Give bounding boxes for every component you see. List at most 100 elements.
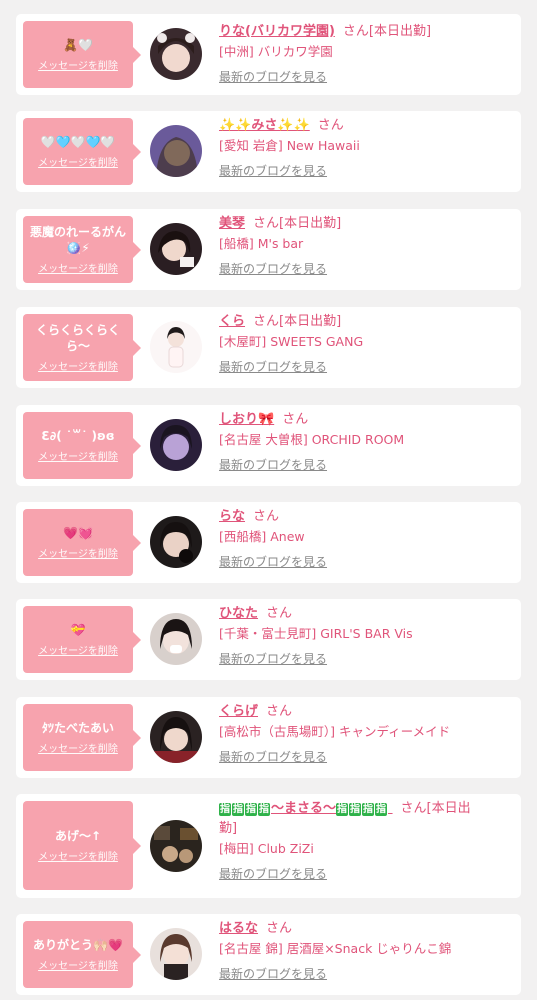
message-text: 💝	[70, 623, 86, 637]
shop-label: [西船橋] Anew	[219, 529, 305, 544]
latest-blog-link[interactable]: 最新のブログを見る	[219, 553, 327, 571]
avatar[interactable]	[150, 516, 202, 568]
delete-message-link[interactable]: メッセージを削除	[38, 57, 118, 72]
message-bubble: 🧸🤍 メッセージを削除	[23, 21, 141, 88]
delete-message-link[interactable]: メッセージを削除	[38, 448, 118, 463]
user-name-link[interactable]: くら	[219, 314, 245, 329]
latest-blog-link[interactable]: 最新のブログを見る	[219, 965, 327, 983]
user-name-link[interactable]: 美琴	[219, 216, 245, 231]
latest-blog-link[interactable]: 最新のブログを見る	[219, 260, 327, 278]
finger-emoji-icon: 指	[362, 803, 375, 816]
latest-blog-link[interactable]: 最新のブログを見る	[219, 650, 327, 668]
honorific-status: さん	[266, 704, 293, 719]
delete-message-link[interactable]: メッセージを削除	[38, 957, 118, 972]
list-item: 🧸🤍 メッセージを削除 りな(バリカワ学園) さん[本日出勤] [中洲] バリカワ…	[16, 14, 521, 95]
honorific-status: さん	[282, 412, 309, 427]
message-text: ありがとう🙌🏻💗	[33, 938, 123, 952]
shop-label: [名古屋 錦] 居酒屋×Snack じゃりんこ錦	[219, 941, 452, 956]
list-item: あげ〜↑ メッセージを削除 指指指指〜まさる〜指指指指 さん[本日出 勤] [梅…	[16, 794, 521, 898]
avatar[interactable]	[150, 125, 202, 177]
user-name-link[interactable]: しおり🎀	[219, 412, 274, 427]
message-bubble: Ɛ∂( ˙꒳˙ )ʚɞ メッセージを削除	[23, 412, 141, 479]
latest-blog-link[interactable]: 最新のブログを見る	[219, 68, 327, 86]
honorific-status: さん	[266, 606, 293, 621]
message-text: 悪魔のれーるがん🪩⚡	[29, 225, 126, 255]
message-bubble: あげ〜↑ メッセージを削除	[23, 801, 141, 890]
message-text: ﾀﾂたべたあい	[41, 721, 114, 735]
honorific-status: さん[本日出	[400, 801, 471, 816]
user-name-link[interactable]: 指指指指〜まさる〜指指指指	[219, 801, 393, 816]
shop-label: [梅田] Club ZiZi	[219, 841, 314, 856]
latest-blog-link[interactable]: 最新のブログを見る	[219, 748, 327, 766]
list-item: 🤍🩵🤍🩵🤍 メッセージを削除 ✨✨みさ✨✨ さん [愛知 岩倉] New Hawa…	[16, 111, 521, 192]
avatar[interactable]	[150, 711, 202, 763]
delete-message-link[interactable]: メッセージを削除	[38, 154, 118, 169]
user-name-link[interactable]: ひなた	[219, 606, 258, 621]
list-item: くらくらくらくら〜 メッセージを削除 くら さん[本日出勤] [木屋町] SWEE…	[16, 307, 521, 388]
list-item: ﾀﾂたべたあい メッセージを削除 くらげ さん [高松市（古馬場町）] キャンディ…	[16, 697, 521, 778]
message-list: 🧸🤍 メッセージを削除 りな(バリカワ学園) さん[本日出勤] [中洲] バリカワ…	[0, 0, 537, 1000]
honorific-status-continued: 勤]	[219, 821, 238, 836]
delete-message-link[interactable]: メッセージを削除	[38, 358, 118, 373]
avatar[interactable]	[150, 820, 202, 872]
finger-emoji-icon: 指	[375, 803, 388, 816]
list-item: ありがとう🙌🏻💗 メッセージを削除 はるな さん [名古屋 錦] 居酒屋×Snac…	[16, 914, 521, 995]
message-bubble: 悪魔のれーるがん🪩⚡ メッセージを削除	[23, 216, 141, 283]
delete-message-link[interactable]: メッセージを削除	[38, 740, 118, 755]
user-name-link[interactable]: りな(バリカワ学園)	[219, 24, 335, 39]
honorific-status: さん[本日出勤]	[253, 314, 342, 329]
honorific-status: さん	[266, 921, 293, 936]
finger-emoji-icon: 指	[219, 803, 231, 816]
shop-label: [船橋] M's bar	[219, 236, 304, 251]
latest-blog-link[interactable]: 最新のブログを見る	[219, 456, 327, 474]
shop-label: [千葉・富士見町] GIRL'S BAR Vis	[219, 626, 413, 641]
finger-emoji-icon: 指	[258, 803, 270, 816]
message-bubble: 💗💓 メッセージを削除	[23, 509, 141, 576]
message-bubble: ありがとう🙌🏻💗 メッセージを削除	[23, 921, 141, 988]
delete-message-link[interactable]: メッセージを削除	[38, 260, 118, 275]
avatar[interactable]	[150, 613, 202, 665]
message-text: 🧸🤍	[63, 38, 93, 52]
message-text: あげ〜↑	[54, 829, 102, 843]
finger-emoji-icon: 指	[232, 803, 244, 816]
honorific-status: さん	[317, 118, 344, 133]
avatar[interactable]	[150, 419, 202, 471]
message-text: くらくらくらくら〜	[35, 323, 120, 353]
latest-blog-link[interactable]: 最新のブログを見る	[219, 865, 327, 883]
shop-label: [愛知 岩倉] New Hawaii	[219, 138, 360, 153]
honorific-status: さん[本日出勤]	[253, 216, 342, 231]
message-bubble: 🤍🩵🤍🩵🤍 メッセージを削除	[23, 118, 141, 185]
list-item: 悪魔のれーるがん🪩⚡ メッセージを削除 美琴 さん[本日出勤] [船橋] M's …	[16, 209, 521, 290]
delete-message-link[interactable]: メッセージを削除	[38, 848, 118, 863]
user-name-link[interactable]: はるな	[219, 921, 258, 936]
delete-message-link[interactable]: メッセージを削除	[38, 642, 118, 657]
avatar[interactable]	[150, 928, 202, 980]
latest-blog-link[interactable]: 最新のブログを見る	[219, 162, 327, 180]
list-item: 💝 メッセージを削除 ひなた さん [千葉・富士見町] GIRL'S BAR Vi…	[16, 599, 521, 680]
user-name-link[interactable]: らな	[219, 509, 245, 524]
shop-label: [木屋町] SWEETS GANG	[219, 334, 364, 349]
finger-emoji-icon: 指	[349, 803, 362, 816]
shop-label: [名古屋 大曽根] ORCHID ROOM	[219, 432, 405, 447]
finger-emoji-icon: 指	[336, 803, 349, 816]
avatar[interactable]	[150, 321, 202, 373]
latest-blog-link[interactable]: 最新のブログを見る	[219, 358, 327, 376]
finger-emoji-icon: 指	[245, 803, 257, 816]
message-bubble: 💝 メッセージを削除	[23, 606, 141, 673]
delete-message-link[interactable]: メッセージを削除	[38, 545, 118, 560]
user-name-link[interactable]: ✨✨みさ✨✨	[219, 118, 310, 133]
message-text: 💗💓	[63, 526, 93, 540]
avatar[interactable]	[150, 223, 202, 275]
avatar[interactable]	[150, 28, 202, 80]
message-bubble: くらくらくらくら〜 メッセージを削除	[23, 314, 141, 381]
honorific-status: さん[本日出勤]	[342, 24, 432, 39]
shop-label: [高松市（古馬場町）] キャンディーメイド	[219, 724, 451, 739]
shop-label: [中洲] バリカワ学園	[219, 44, 333, 59]
user-name-link[interactable]: くらげ	[219, 704, 258, 719]
message-bubble: ﾀﾂたべたあい メッセージを削除	[23, 704, 141, 771]
list-item: Ɛ∂( ˙꒳˙ )ʚɞ メッセージを削除 しおり🎀 さん [名古屋 大曽根] OR…	[16, 405, 521, 486]
honorific-status: さん	[253, 509, 280, 524]
message-text: Ɛ∂( ˙꒳˙ )ʚɞ	[41, 429, 115, 443]
user-name-text: 〜まさる〜	[271, 801, 337, 816]
message-text: 🤍🩵🤍🩵🤍	[40, 135, 116, 149]
